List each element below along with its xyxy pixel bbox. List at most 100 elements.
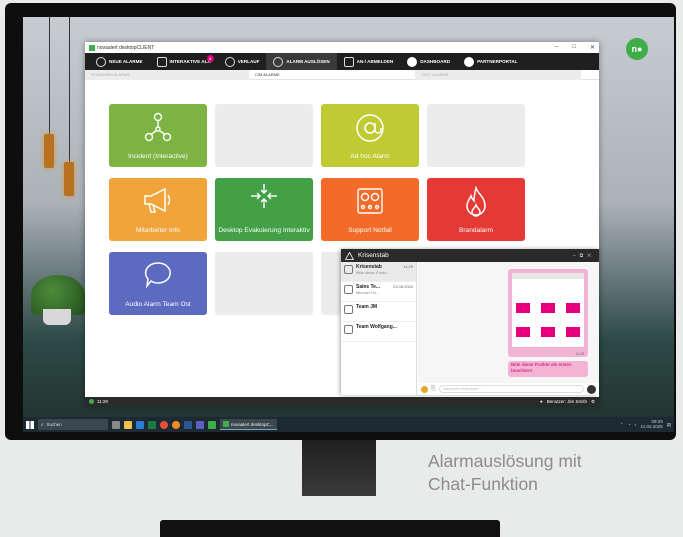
close-button[interactable]: ✕	[590, 44, 595, 51]
wifi-icon[interactable]: ◔	[628, 422, 631, 427]
taskbar-app-novaalert[interactable]: novaalert desktopC...	[220, 419, 277, 430]
current-user: Benutzer: Jim Smith	[546, 399, 587, 404]
speech-bubble-icon	[144, 262, 171, 289]
fire-icon	[466, 186, 486, 217]
notification-center-icon[interactable]: ▤	[667, 422, 671, 428]
app-logo-icon	[89, 44, 95, 51]
emoji-icon[interactable]	[421, 385, 428, 393]
status-bar: 11:29 ● Benutzer: Jim Smith ⚙	[85, 397, 599, 406]
attachment-icon[interactable]: ⎘	[431, 386, 436, 393]
group-chat-icon	[344, 285, 353, 294]
tab-test-alarme[interactable]: TEST ALARME	[415, 70, 581, 80]
tile-desktop-evakuierung[interactable]: Desktop Evakuierung Interaktiv	[215, 178, 313, 241]
task-view-icon[interactable]	[112, 420, 120, 429]
count-badge: 4	[206, 55, 214, 62]
volume-icon[interactable]: ♪	[634, 422, 636, 427]
chat-list-item[interactable]: Krisenstab Bitte diese Punkt... 11:29	[341, 262, 416, 282]
novaalert-icon	[223, 421, 229, 427]
maximize-button[interactable]: □	[572, 44, 576, 51]
nav-verlauf[interactable]: VERLAUF	[218, 53, 267, 70]
user-icon: ●	[539, 399, 543, 404]
alarm-trigger-icon	[273, 56, 284, 67]
plant-pot	[43, 309, 71, 325]
tile-ad-hoc-alarm[interactable]: Ad hoc Alarm	[321, 104, 419, 167]
clock[interactable]: 09:29 11.02.2025	[641, 419, 663, 430]
nav-partnerportal[interactable]: PARTNERPORTAL	[457, 53, 524, 70]
caption: Alarmauslösung mit Chat-Funktion	[428, 451, 582, 495]
pendant-lamp-left	[44, 134, 54, 168]
chat-list: Krisenstab Bitte diese Punkt... 11:29 Sal…	[341, 262, 417, 395]
minimize-chat-button[interactable]: –	[573, 253, 580, 259]
chat-input-bar: ⎘ Nachricht schreiben...	[418, 383, 599, 395]
network-icon	[144, 112, 172, 142]
tile-incident-interactive[interactable]: Incident (Interactive)	[109, 104, 207, 167]
system-tray: ⌃ ◔ ♪ 09:29 11.02.2025 ▤	[620, 419, 671, 430]
windows-taskbar: ⌕ Suchen novaalert desktopC... ⌃ ◔ ♪ 09:…	[23, 417, 674, 432]
evacuation-icon	[251, 184, 277, 208]
windows-start-icon[interactable]	[26, 420, 34, 429]
gear-icon[interactable]: ⚙	[591, 399, 595, 405]
minimize-button[interactable]: –	[555, 44, 558, 51]
chat-messages: 11:28 Bitte diese Punkte als erstes beac…	[418, 262, 599, 383]
chat-title: Krisenstab	[358, 252, 389, 259]
tile-empty	[321, 252, 341, 315]
excel-icon[interactable]	[148, 420, 156, 429]
at-icon	[356, 114, 384, 142]
pendant-lamp-right	[64, 162, 74, 196]
nav-interaktive-alarme[interactable]: INTERAKTIVE ALA 4	[150, 53, 218, 70]
search-icon: ⌕	[41, 422, 44, 427]
novaalert-tray-icon[interactable]: n●	[626, 38, 648, 60]
teams-icon[interactable]	[196, 420, 204, 429]
globe-icon	[407, 56, 418, 67]
user-icon	[96, 56, 106, 67]
tile-brandalarm[interactable]: Brandalarm	[427, 178, 525, 241]
screenshot-thumbnail	[512, 273, 584, 347]
bell-icon	[156, 56, 167, 67]
explorer-icon[interactable]	[124, 420, 132, 429]
tile-support-notfall[interactable]: Support Notfall	[321, 178, 419, 241]
tile-mitarbeiter-info[interactable]: Mitarbeiter Info	[109, 178, 207, 241]
globe-icon	[464, 56, 475, 67]
desktop-screen: n● novaalert desktopCLIENT – □ ✕ NEUE AL…	[23, 17, 674, 432]
tab-standard-alarme[interactable]: STANDARD ALARME	[85, 70, 249, 80]
main-nav: NEUE ALARME INTERAKTIVE ALA 4 VERLAUF ALA…	[85, 53, 599, 70]
group-chat-icon	[344, 265, 353, 274]
word-icon[interactable]	[184, 420, 192, 429]
nav-an-abmelden[interactable]: AN-/ ABMELDEN	[337, 53, 401, 70]
chat-panel: Krisenstab –⧉✕ Krisenstab Bitte diese Pun…	[341, 249, 599, 395]
novaalert-taskbar-icon[interactable]	[208, 420, 216, 429]
chat-list-item[interactable]: Sales Te... Michael Hu... 23.08.2024	[341, 282, 416, 302]
tile-audio-alarm-team-ost[interactable]: Audio Alarm Team Ost	[109, 252, 207, 315]
chrome-icon[interactable]	[160, 420, 168, 429]
outlook-icon[interactable]	[136, 420, 144, 429]
nav-dashboard[interactable]: DASHBOARD	[400, 53, 457, 70]
window-title: novaalert desktopCLIENT	[97, 44, 155, 51]
microphone-button[interactable]	[587, 384, 596, 394]
megaphone-icon	[144, 187, 171, 213]
nav-alarm-ausloesen[interactable]: ALARM AUSLÖSEN	[266, 53, 337, 70]
nav-neue-alarme[interactable]: NEUE ALARME	[89, 53, 150, 70]
group-chat-icon	[344, 325, 353, 334]
chat-list-item[interactable]: Team JM	[341, 302, 416, 322]
tile-empty	[427, 104, 525, 167]
titlebar: novaalert desktopCLIENT – □ ✕	[85, 42, 599, 53]
message-input[interactable]: Nachricht schreiben...	[438, 385, 584, 393]
chevron-up-icon[interactable]: ⌃	[620, 422, 624, 428]
status-time: 11:29	[97, 399, 108, 404]
tab-cim-alarme[interactable]: CIM ALARME	[249, 70, 415, 80]
tile-empty	[215, 252, 313, 315]
monitor-stand-neck	[302, 436, 376, 496]
group-chat-icon	[344, 305, 353, 314]
monitor: n● novaalert desktopCLIENT – □ ✕ NEUE AL…	[5, 3, 676, 440]
firefox-icon[interactable]	[172, 420, 180, 429]
message-time: 11:28	[575, 352, 585, 356]
chat-header: Krisenstab –⧉✕	[341, 249, 599, 262]
group-icon	[343, 56, 354, 67]
alert-triangle-icon	[345, 251, 354, 260]
image-message[interactable]: 11:28	[508, 269, 588, 357]
taskbar-search[interactable]: ⌕ Suchen	[38, 419, 108, 430]
chat-list-item[interactable]: Team Wolfgang...	[341, 322, 416, 342]
close-chat-button[interactable]: ✕	[587, 253, 595, 259]
subtab-bar: STANDARD ALARME CIM ALARME TEST ALARME	[85, 70, 599, 80]
monitor-stand-base	[160, 520, 500, 537]
